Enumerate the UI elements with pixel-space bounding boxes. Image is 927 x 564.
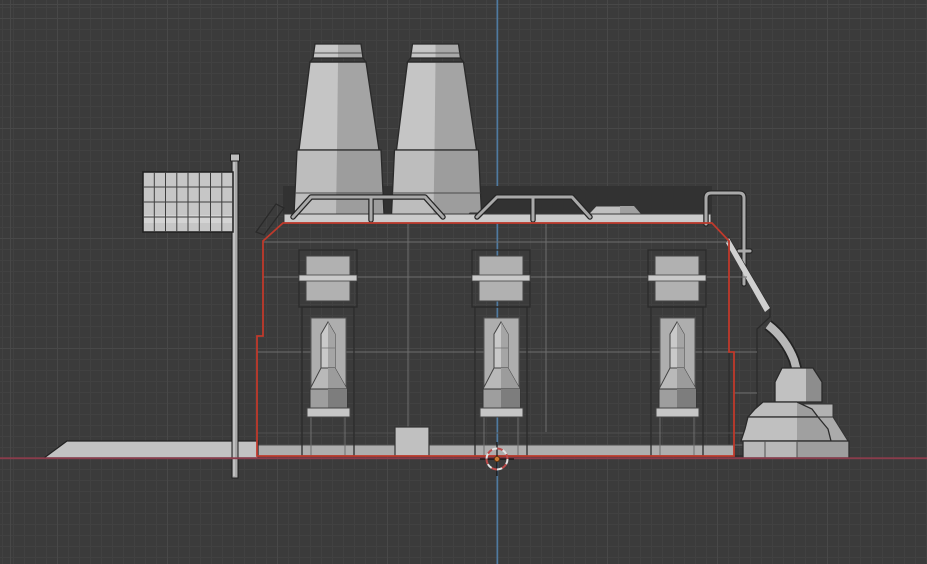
- chimney-left[interactable]: [293, 43, 385, 216]
- ground-platform[interactable]: [42, 440, 259, 459]
- leaning-plate[interactable]: [254, 203, 285, 236]
- machine-bay-left[interactable]: [298, 249, 358, 457]
- roof-parapet: [283, 213, 712, 224]
- 3d-viewport[interactable]: [0, 0, 927, 564]
- machine-bay-right[interactable]: [647, 249, 707, 457]
- machine-bay-middle[interactable]: [471, 249, 531, 457]
- panel-flag[interactable]: [142, 171, 234, 233]
- pipe-elbow[interactable]: [764, 320, 803, 373]
- object-origin-dot: [493, 455, 501, 463]
- base-step-box[interactable]: [394, 426, 430, 457]
- x-axis-line: [0, 457, 927, 460]
- viewport-canvas[interactable]: [0, 0, 927, 564]
- chimney-right[interactable]: [390, 43, 483, 216]
